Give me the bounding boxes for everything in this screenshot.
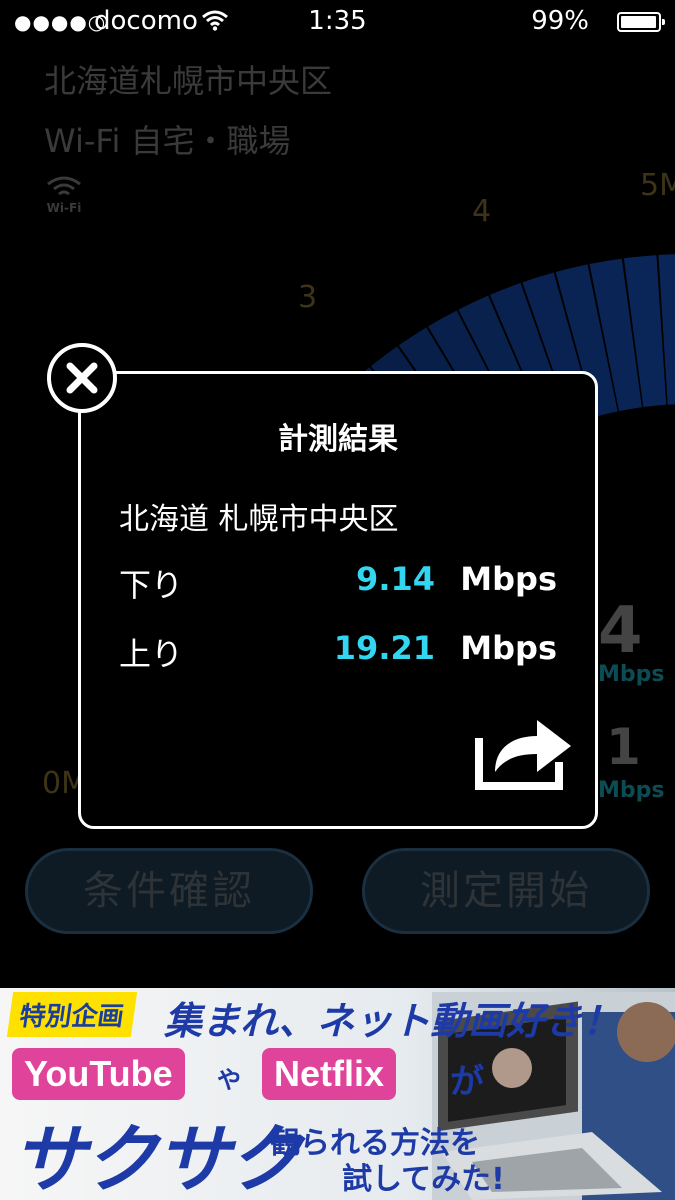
close-icon: [66, 362, 98, 394]
start-measurement-button[interactable]: 測定開始: [362, 848, 650, 934]
ad-connector-ga: が: [450, 1062, 484, 1102]
share-icon[interactable]: [475, 710, 575, 794]
upload-unit-partial: Mbps: [598, 778, 665, 803]
download-label: 下り: [119, 566, 184, 604]
download-unit: Mbps: [460, 560, 557, 598]
ad-headline: 集まれ、ネット動画好き！: [164, 999, 621, 1043]
download-value: 9.14: [356, 560, 435, 598]
ad-connector-ya: や: [217, 1066, 241, 1094]
upload-value: 19.21: [333, 629, 435, 667]
result-location: 北海道 札幌市中央区: [119, 502, 399, 537]
ad-sub-line-2: 試してみた!: [342, 1162, 505, 1197]
youtube-pill: YouTube: [12, 1048, 185, 1100]
wifi-badge-label: Wi-Fi: [46, 201, 82, 215]
result-dialog: 計測結果 北海道 札幌市中央区 下り 9.14 Mbps 上り 19.21 Mb…: [78, 371, 598, 829]
gauge-label-three: 3: [298, 280, 318, 315]
ad-tag: 特別企画: [6, 992, 138, 1037]
check-conditions-button[interactable]: 条件確認: [25, 848, 313, 934]
download-speed-partial: 4: [598, 594, 643, 668]
upload-label: 上り: [119, 635, 184, 673]
location-label: 北海道札幌市中央区: [44, 62, 333, 100]
battery-percent: 99%: [531, 6, 589, 36]
download-unit-partial: Mbps: [598, 662, 665, 687]
upload-unit: Mbps: [460, 629, 557, 667]
battery-icon: [617, 12, 665, 32]
ad-banner[interactable]: 特別企画 集まれ、ネット動画好き！ YouTube や Netflix が サク…: [0, 988, 675, 1200]
ad-big-text: サクサク: [12, 1117, 302, 1200]
close-button[interactable]: [47, 343, 117, 413]
gauge-label-four: 4: [472, 194, 492, 229]
status-bar: ●●●●○ docomo 1:35 99%: [0, 0, 675, 44]
upload-speed-partial: 1: [606, 718, 641, 776]
netflix-pill: Netflix: [262, 1048, 397, 1100]
wifi-status-icon: Wi-Fi: [44, 174, 84, 215]
gauge-label-five: 5M: [640, 168, 675, 203]
dialog-title: 計測結果: [278, 422, 398, 457]
network-label: Wi-Fi 自宅・職場: [44, 122, 291, 160]
